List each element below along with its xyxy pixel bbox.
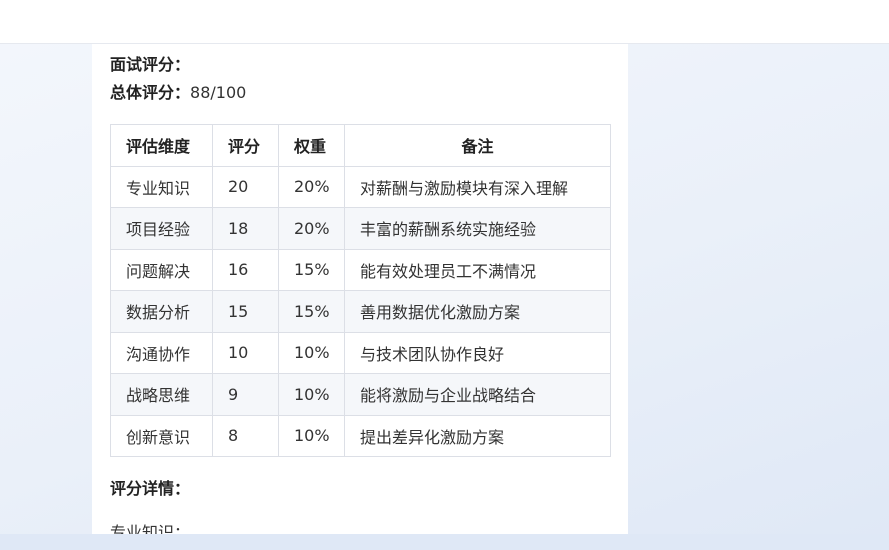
cell-dimension: 战略思维 (110, 373, 213, 416)
cell-dimension: 数据分析 (110, 290, 213, 333)
overall-score-separator: ： (174, 83, 191, 102)
cell-score: 8 (212, 414, 279, 457)
cell-note: 与技术团队协作良好 (344, 331, 611, 374)
table-row: 战略思维 9 10% 能将激励与企业战略结合 (110, 373, 611, 416)
cell-score: 10 (212, 331, 279, 374)
table-row: 沟通协作 10 10% 与技术团队协作良好 (110, 331, 611, 374)
cell-note: 能有效处理员工不满情况 (344, 248, 611, 291)
cell-weight: 10% (278, 414, 345, 457)
table-row: 项目经验 18 20% 丰富的薪酬系统实施经验 (110, 207, 611, 250)
score-table: 评估维度 评分 权重 备注 专业知识 20 20% 对薪酬与激励模块有深入理解 … (110, 124, 611, 457)
header-score: 评分 (212, 124, 279, 167)
cell-weight: 10% (278, 373, 345, 416)
cell-weight: 15% (278, 248, 345, 291)
cell-note: 丰富的薪酬系统实施经验 (344, 207, 611, 250)
cell-weight: 15% (278, 290, 345, 333)
cell-dimension: 沟通协作 (110, 331, 213, 374)
cell-score: 20 (212, 165, 279, 208)
overall-score-label: 总体评分 (110, 83, 175, 102)
score-details-heading: 评分详情： (110, 479, 191, 498)
table-row: 创新意识 8 10% 提出差异化激励方案 (110, 414, 611, 457)
header-weight: 权重 (278, 124, 345, 167)
cell-dimension: 创新意识 (110, 414, 213, 457)
details-first-item: 专业知识： (110, 523, 191, 534)
cell-weight: 20% (278, 165, 345, 208)
cell-score: 9 (212, 373, 279, 416)
cell-score: 18 (212, 207, 279, 250)
cell-note: 提出差异化激励方案 (344, 414, 611, 457)
header-dimension: 评估维度 (110, 124, 213, 167)
cell-weight: 20% (278, 207, 345, 250)
cell-score: 15 (212, 290, 279, 333)
table-row: 数据分析 15 15% 善用数据优化激励方案 (110, 290, 611, 333)
table-row: 专业知识 20 20% 对薪酬与激励模块有深入理解 (110, 165, 611, 208)
overall-score: 总体评分：88/100 (110, 82, 246, 104)
cell-dimension: 专业知识 (110, 165, 213, 208)
document-page: 面试评分： 总体评分：88/100 评估维度 评分 权重 备注 专业知识 20 … (92, 44, 628, 534)
cell-note: 能将激励与企业战略结合 (344, 373, 611, 416)
top-bar (0, 0, 889, 44)
cell-dimension: 问题解决 (110, 248, 213, 291)
table-row: 问题解决 16 15% 能有效处理员工不满情况 (110, 248, 611, 291)
table-header-row: 评估维度 评分 权重 备注 (110, 124, 611, 167)
cell-score: 16 (212, 248, 279, 291)
bottom-strip (0, 534, 889, 550)
header-note: 备注 (344, 124, 611, 167)
overall-score-value: 88/100 (190, 83, 247, 102)
cell-weight: 10% (278, 331, 345, 374)
cell-note: 对薪酬与激励模块有深入理解 (344, 165, 611, 208)
interview-score-heading: 面试评分： (110, 55, 191, 74)
cell-note: 善用数据优化激励方案 (344, 290, 611, 333)
cell-dimension: 项目经验 (110, 207, 213, 250)
